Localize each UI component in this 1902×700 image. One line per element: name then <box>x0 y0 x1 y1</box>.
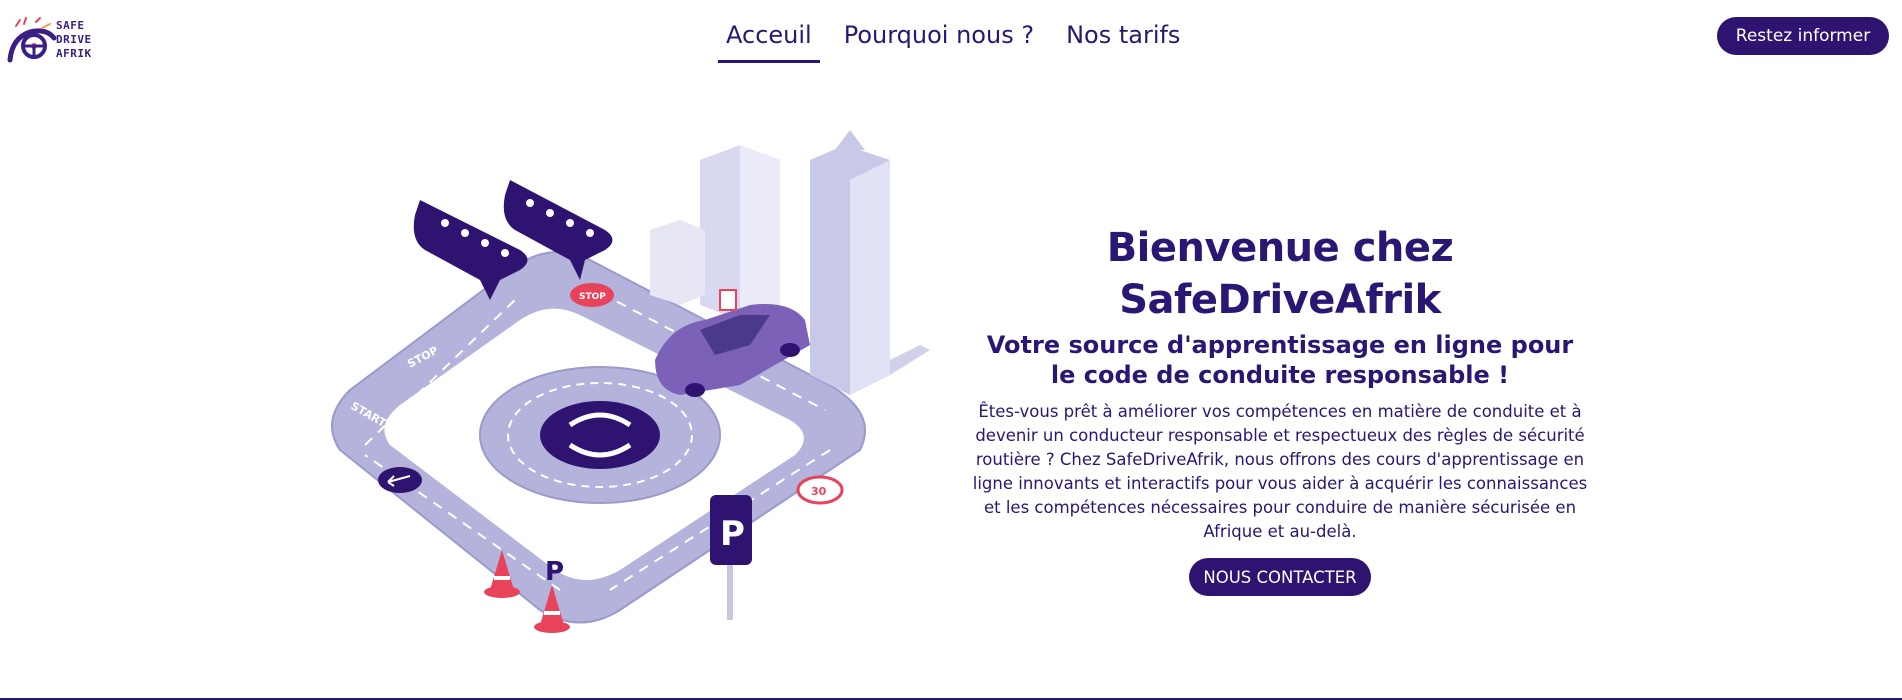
nav-item-acceuil[interactable]: Acceuil <box>718 16 820 63</box>
hero-description: Êtes-vous prêt à améliorer vos compétenc… <box>972 402 1588 541</box>
stop-sign-label: STOP <box>579 292 606 302</box>
logo-line-1: SAFE <box>56 19 85 32</box>
parking-road-label: P <box>545 557 564 587</box>
arrow-marker-icon <box>378 467 422 493</box>
driving-illustration: STOP START STOP 30 P P <box>331 130 930 633</box>
logo-line-2: DRIVE <box>56 33 92 46</box>
restez-informer-button[interactable]: Restez informer <box>1717 17 1889 55</box>
site-header: SAFE DRIVE AFRIK Acceuil Pourquoi nous ?… <box>0 0 1902 70</box>
logo-steering-wheel-icon <box>7 17 57 63</box>
parking-sign-label: P <box>720 514 745 554</box>
logo-line-3: AFRIK <box>56 47 92 60</box>
hero-subtitle: Votre source d'apprentissage en ligne po… <box>986 331 1574 389</box>
nav-item-pourquoi-nous[interactable]: Pourquoi nous ? <box>836 16 1042 63</box>
parking-sign-icon: P <box>710 495 752 620</box>
logo-text: SAFE DRIVE AFRIK <box>56 19 92 61</box>
logo[interactable]: SAFE DRIVE AFRIK <box>6 16 110 64</box>
main-nav: Acceuil Pourquoi nous ? Nos tarifs <box>718 16 1204 63</box>
hero-title: Bienvenue chez SafeDriveAfrik <box>1106 225 1454 323</box>
hero-section: Bienvenue chez SafeDriveAfrik Votre sour… <box>960 222 1600 596</box>
speed-sign-label: 30 <box>811 485 827 498</box>
nous-contacter-button[interactable]: NOUS CONTACTER <box>1189 558 1371 596</box>
nav-item-nos-tarifs[interactable]: Nos tarifs <box>1058 16 1188 63</box>
